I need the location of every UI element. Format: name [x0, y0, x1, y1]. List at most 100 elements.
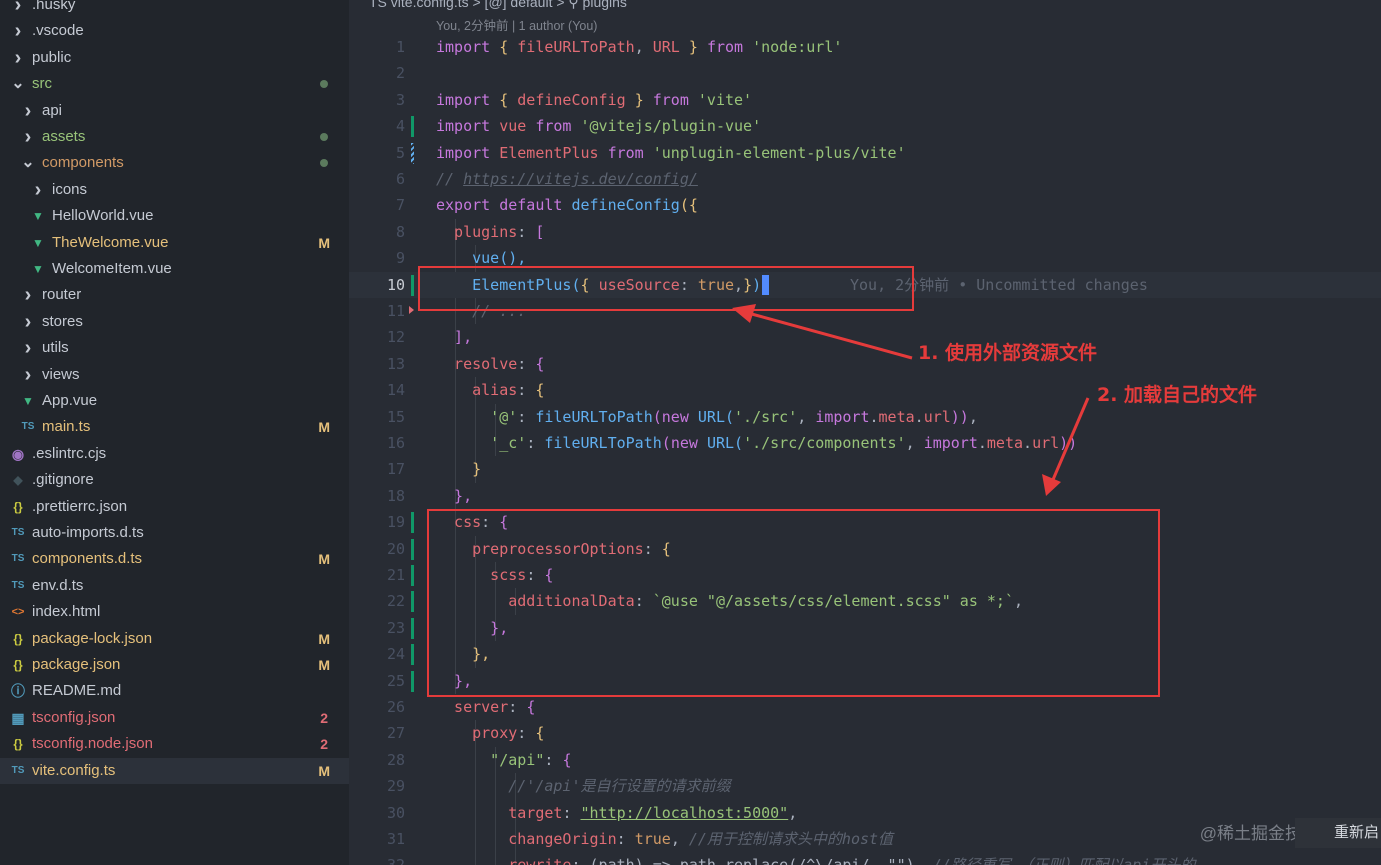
explorer-item[interactable]: {} tsconfig.node.json 2 — [0, 731, 349, 757]
code-line[interactable]: 12 ], — [349, 324, 1381, 350]
gutter-modified-marker[interactable] — [411, 538, 414, 560]
line-number: 1 — [395, 38, 405, 56]
line-number: 16 — [386, 434, 405, 452]
explorer-item[interactable]: <> index.html — [0, 599, 349, 625]
code-token: changeOrigin — [436, 830, 617, 848]
codelens-blame-header[interactable]: You, 2分钟前 | 1 author (You) — [436, 15, 597, 34]
explorer-item[interactable]: {} package-lock.json M — [0, 626, 349, 652]
breadcrumb[interactable]: TS vite.config.ts > [@] default > ⚲ plug… — [369, 0, 627, 10]
git-status-badge: M — [318, 551, 330, 568]
code-line[interactable]: 32 rewrite: (path) => path.replace(/^\/a… — [349, 852, 1381, 865]
code-line[interactable]: 18 }, — [349, 483, 1381, 509]
explorer-item[interactable]: TS main.ts M — [0, 414, 349, 440]
typescript-file-icon: TS — [11, 553, 25, 565]
code-line[interactable]: 27 proxy: { — [349, 720, 1381, 746]
typescript-file-icon: TS — [21, 421, 35, 433]
explorer-item[interactable]: ⌄ components — [0, 150, 349, 176]
explorer-item[interactable]: TS env.d.ts — [0, 573, 349, 599]
explorer-item[interactable]: {} .prettierrc.json — [0, 494, 349, 520]
explorer-item-label: HelloWorld.vue — [52, 207, 154, 225]
explorer-item[interactable]: › stores — [0, 309, 349, 335]
explorer-item[interactable]: ▼ App.vue — [0, 388, 349, 414]
code-text: import ElementPlus from 'unplugin-elemen… — [436, 140, 906, 166]
code-token: "http://localhost:5000" — [580, 803, 789, 822]
eslint-file-icon: ◉ — [11, 445, 25, 462]
explorer-item-label: views — [42, 365, 80, 383]
code-line[interactable]: 16 '_c': fileURLToPath(new URL('./src/co… — [349, 430, 1381, 456]
code-line[interactable]: 28 "/api": { — [349, 747, 1381, 773]
code-token: URL — [697, 407, 725, 426]
explorer-item-label: env.d.ts — [32, 576, 84, 594]
code-line[interactable]: 6 // https://vitejs.dev/config/ — [349, 166, 1381, 192]
explorer-item[interactable]: ⓘ README.md — [0, 678, 349, 704]
code-token: proxy — [436, 724, 518, 743]
code-token: : — [571, 856, 589, 865]
code-token: //'/api'是自行设置的请求前缀 — [436, 777, 731, 796]
code-token: : — [517, 724, 536, 743]
code-line[interactable]: 13 resolve: { — [349, 351, 1381, 377]
code-token: ( — [652, 407, 662, 426]
explorer-item[interactable]: › .vscode — [0, 18, 349, 44]
code-line[interactable]: 5 import ElementPlus from 'unplugin-eleme… — [349, 140, 1381, 166]
explorer-item[interactable]: TS auto-imports.d.ts — [0, 520, 349, 546]
code-token: fileURLToPath — [517, 38, 635, 56]
gutter-added-marker[interactable] — [411, 142, 414, 164]
code-token: (path) => path.replace(/^\/api/, ""), — [590, 856, 924, 865]
gutter-modified-marker[interactable] — [411, 670, 414, 692]
code-line[interactable]: 4 import vue from '@vitejs/plugin-vue' — [349, 113, 1381, 139]
code-token: ElementPlus — [499, 143, 608, 162]
code-token: import — [436, 38, 500, 56]
explorer-item[interactable]: ⌄ src — [0, 71, 349, 97]
code-token: : — [508, 698, 527, 716]
code-token: : — [517, 381, 536, 400]
code-token: import — [436, 117, 500, 136]
restart-notification[interactable]: 重新启 — [1295, 818, 1381, 848]
explorer-item[interactable]: ◉ .eslintrc.cjs — [0, 441, 349, 467]
html-file-icon: <> — [11, 606, 25, 619]
code-editor[interactable]: TS vite.config.ts > [@] default > ⚲ plug… — [349, 0, 1381, 865]
code-token: import — [923, 434, 978, 452]
code-token: alias — [436, 381, 518, 400]
explorer-item[interactable]: › .husky — [0, 0, 349, 18]
explorer-item[interactable]: ▦ tsconfig.json 2 — [0, 705, 349, 731]
code-line[interactable]: 8 plugins: [ — [349, 219, 1381, 245]
gutter-modified-marker[interactable] — [411, 116, 414, 138]
explorer-item[interactable]: › utils — [0, 335, 349, 361]
explorer-item[interactable]: › icons — [0, 177, 349, 203]
gutter-deleted-marker[interactable] — [409, 306, 414, 314]
code-line[interactable]: 26 server: { — [349, 694, 1381, 720]
gutter-modified-marker[interactable] — [411, 565, 414, 586]
gutter-modified-marker[interactable] — [411, 512, 414, 534]
code-text: import vue from '@vitejs/plugin-vue' — [436, 113, 761, 139]
code-line[interactable]: 3 import { defineConfig } from 'vite' — [349, 87, 1381, 113]
code-token: , — [670, 830, 689, 848]
explorer-item[interactable]: ▼ TheWelcome.vue M — [0, 230, 349, 256]
line-number: 30 — [386, 803, 405, 822]
gutter-modified-marker[interactable] — [411, 591, 414, 613]
gutter-modified-marker[interactable] — [411, 644, 414, 666]
code-token: URL — [706, 434, 735, 452]
line-number: 15 — [386, 407, 405, 426]
code-line[interactable]: 17 } — [349, 456, 1381, 482]
explorer-item[interactable]: ▼ WelcomeItem.vue — [0, 256, 349, 282]
gutter-modified-marker[interactable] — [411, 274, 414, 296]
explorer-item[interactable]: TS vite.config.ts M — [0, 757, 349, 784]
code-text: }, — [436, 483, 472, 509]
explorer-item[interactable]: ◆ .gitignore — [0, 467, 349, 493]
code-token: "/api" — [436, 750, 545, 769]
explorer-item[interactable]: › router — [0, 282, 349, 308]
code-token: resolve — [436, 354, 518, 373]
explorer-item[interactable]: › assets — [0, 124, 349, 150]
code-line[interactable]: 7 export default defineConfig({ — [349, 192, 1381, 218]
code-line[interactable]: 15 '@': fileURLToPath(new URL('./src', i… — [349, 404, 1381, 430]
explorer-item[interactable]: ▼ HelloWorld.vue — [0, 203, 349, 229]
code-line[interactable]: 29 //'/api'是自行设置的请求前缀 — [349, 773, 1381, 799]
explorer-item[interactable]: {} package.json M — [0, 652, 349, 678]
code-line[interactable]: 1 import { fileURLToPath, URL } from 'nod… — [349, 34, 1381, 60]
explorer-item[interactable]: › public — [0, 45, 349, 71]
code-line[interactable]: 2 — [349, 60, 1381, 86]
gutter-modified-marker[interactable] — [411, 617, 414, 639]
explorer-item[interactable]: TS components.d.ts M — [0, 546, 349, 572]
explorer-item[interactable]: › api — [0, 98, 349, 124]
explorer-item[interactable]: › views — [0, 362, 349, 388]
